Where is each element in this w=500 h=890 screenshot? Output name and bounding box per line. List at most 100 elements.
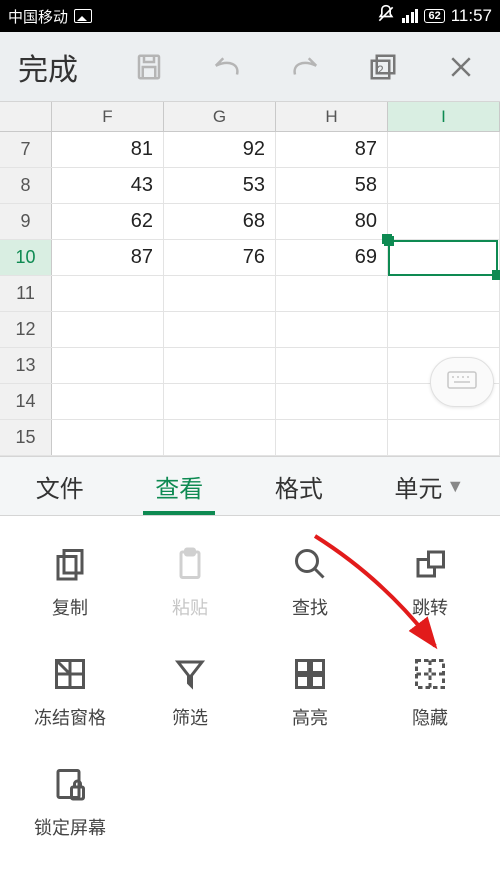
sheet-row: 9626880 — [0, 204, 500, 240]
row-header[interactable]: 14 — [0, 384, 52, 419]
signal-icon — [402, 9, 419, 23]
tab-查看[interactable]: 查看 — [143, 457, 215, 515]
sheet-row: 15 — [0, 420, 500, 456]
highlight-action[interactable]: 高亮 — [250, 654, 370, 730]
action-label: 复制 — [52, 594, 88, 620]
cell[interactable]: 92 — [164, 132, 276, 167]
goto-action[interactable]: 跳转 — [370, 544, 490, 620]
sheet-row: 13 — [0, 348, 500, 384]
tab-文件[interactable]: 文件 — [24, 457, 96, 515]
cell[interactable] — [164, 312, 276, 347]
column-header[interactable]: H — [276, 102, 388, 131]
highlight-icon — [290, 654, 330, 694]
cell[interactable] — [388, 420, 500, 455]
spreadsheet[interactable]: FGHI781928784353589626880108776691112131… — [0, 102, 500, 456]
cell[interactable] — [388, 240, 500, 275]
sheet-row: 14 — [0, 384, 500, 420]
sheet-row: 8435358 — [0, 168, 500, 204]
close-icon[interactable] — [422, 52, 500, 82]
cell[interactable] — [388, 132, 500, 167]
paste-icon — [170, 544, 210, 584]
cell[interactable] — [52, 276, 164, 311]
svg-text:2: 2 — [377, 63, 384, 77]
mute-icon — [376, 4, 396, 29]
sheets-icon[interactable]: 2 — [344, 52, 422, 82]
undo-icon[interactable] — [188, 52, 266, 82]
filter-action[interactable]: 筛选 — [130, 654, 250, 730]
keyboard-button[interactable] — [430, 357, 494, 407]
cell[interactable] — [276, 384, 388, 419]
cell[interactable]: 76 — [164, 240, 276, 275]
cell[interactable] — [52, 420, 164, 455]
cell[interactable] — [164, 276, 276, 311]
cell[interactable]: 87 — [276, 132, 388, 167]
column-header[interactable]: G — [164, 102, 276, 131]
cell[interactable]: 58 — [276, 168, 388, 203]
action-label: 隐藏 — [412, 704, 448, 730]
freeze-action[interactable]: 冻结窗格 — [10, 654, 130, 730]
cell[interactable]: 43 — [52, 168, 164, 203]
sheet-row: 7819287 — [0, 132, 500, 168]
cell[interactable] — [276, 348, 388, 383]
row-header[interactable]: 15 — [0, 420, 52, 455]
lock-action[interactable]: 锁定屏幕 — [10, 764, 130, 840]
row-header[interactable]: 8 — [0, 168, 52, 203]
cell[interactable]: 81 — [52, 132, 164, 167]
cell[interactable] — [276, 312, 388, 347]
tab-格式[interactable]: 格式 — [263, 457, 335, 515]
hide-action[interactable]: 隐藏 — [370, 654, 490, 730]
cell[interactable] — [388, 276, 500, 311]
action-label: 筛选 — [172, 704, 208, 730]
cell[interactable] — [388, 312, 500, 347]
cell[interactable]: 68 — [164, 204, 276, 239]
sheet-row: 12 — [0, 312, 500, 348]
column-header[interactable]: I — [388, 102, 500, 131]
row-header[interactable]: 13 — [0, 348, 52, 383]
filter-icon — [170, 654, 210, 694]
fill-handle[interactable] — [382, 234, 392, 244]
cell[interactable]: 87 — [52, 240, 164, 275]
cell[interactable] — [52, 312, 164, 347]
chevron-down-icon: ▼ — [446, 476, 464, 497]
find-action[interactable]: 查找 — [250, 544, 370, 620]
cell[interactable] — [388, 168, 500, 203]
cell[interactable] — [164, 420, 276, 455]
row-header[interactable]: 10 — [0, 240, 52, 275]
cell[interactable] — [164, 348, 276, 383]
cell[interactable] — [276, 420, 388, 455]
cell[interactable] — [164, 384, 276, 419]
cell[interactable] — [276, 276, 388, 311]
row-header[interactable]: 12 — [0, 312, 52, 347]
action-label: 查找 — [292, 594, 328, 620]
copy-icon — [50, 544, 90, 584]
save-icon[interactable] — [110, 52, 188, 82]
done-button[interactable]: 完成 — [0, 45, 110, 89]
tab-单元[interactable]: 单元▼ — [382, 457, 476, 515]
cell[interactable]: 80 — [276, 204, 388, 239]
lock-icon — [50, 764, 90, 804]
cell[interactable]: 53 — [164, 168, 276, 203]
row-header[interactable]: 11 — [0, 276, 52, 311]
main-toolbar: 完成 2 — [0, 32, 500, 102]
action-label: 跳转 — [412, 594, 448, 620]
cell[interactable] — [52, 384, 164, 419]
clock-label: 11:57 — [451, 6, 492, 26]
cell[interactable]: 62 — [52, 204, 164, 239]
column-header[interactable]: F — [52, 102, 164, 131]
status-bar: 中国移动 62 11:57 — [0, 0, 500, 32]
view-panel: 复制 粘贴 查找 跳转冻结窗格 筛选 高亮隐藏锁定屏幕 — [0, 516, 500, 868]
find-icon — [290, 544, 330, 584]
copy-action[interactable]: 复制 — [10, 544, 130, 620]
cell[interactable] — [52, 348, 164, 383]
row-header[interactable]: 7 — [0, 132, 52, 167]
redo-icon[interactable] — [266, 52, 344, 82]
goto-icon — [410, 544, 450, 584]
cell[interactable]: 69 — [276, 240, 388, 275]
action-label: 冻结窗格 — [34, 704, 106, 730]
sheet-row: 11 — [0, 276, 500, 312]
action-label: 粘贴 — [172, 594, 208, 620]
cell[interactable] — [388, 204, 500, 239]
picture-icon — [74, 9, 92, 23]
carrier-label: 中国移动 — [8, 6, 68, 27]
row-header[interactable]: 9 — [0, 204, 52, 239]
